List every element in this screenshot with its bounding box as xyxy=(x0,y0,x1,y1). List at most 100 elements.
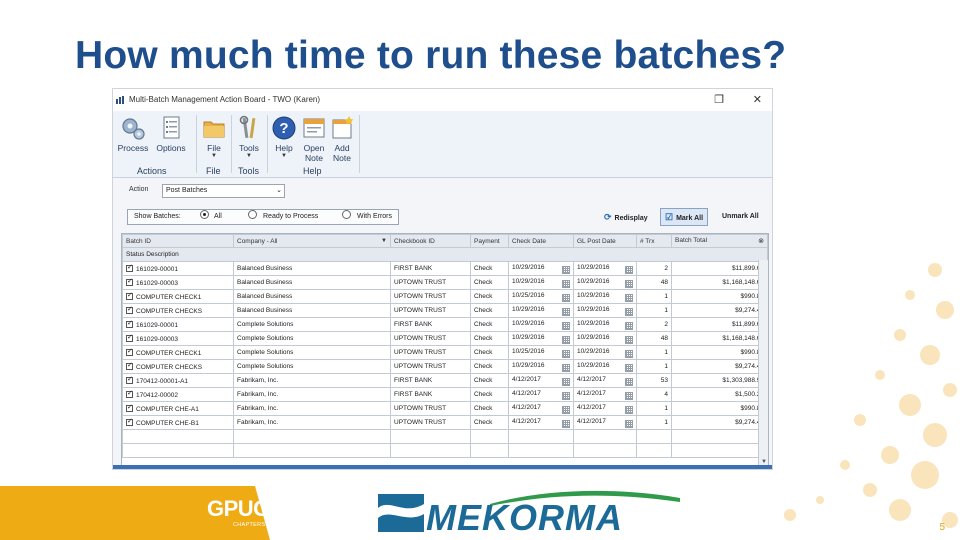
checkbox-checked-icon[interactable] xyxy=(126,333,133,342)
table-row[interactable]: 170412-00002 Fabrikam, Inc.FIRST BANKChec… xyxy=(122,387,768,402)
calendar-icon[interactable] xyxy=(562,363,570,372)
cell-check-date: 10/29/2016 xyxy=(508,303,574,318)
cell-checkbook-id: UPTOWN TRUST xyxy=(390,401,471,416)
col-gl-post-date[interactable]: GL Post Date xyxy=(573,234,637,248)
add-note-button[interactable]: Add Note xyxy=(328,115,356,163)
col-checkbook-id[interactable]: Checkbook ID xyxy=(390,234,471,248)
unmark-all-button[interactable]: Unmark All xyxy=(717,208,764,226)
calendar-icon[interactable] xyxy=(562,265,570,274)
gl-date-value: 10/29/2016 xyxy=(577,361,610,369)
table-row[interactable]: COMPUTER CHECKS Complete SolutionsUPTOWN … xyxy=(122,359,768,374)
tools-button[interactable]: Tools ▼ xyxy=(234,115,264,160)
cell-batch-id[interactable]: 161029-00001 xyxy=(122,317,234,332)
table-row[interactable]: COMPUTER CHE-B1 Fabrikam, Inc.UPTOWN TRUS… xyxy=(122,415,768,430)
action-select[interactable]: Post Batches ⌄ xyxy=(162,184,285,198)
calendar-icon[interactable] xyxy=(625,321,633,330)
cell-batch-total: $1,168,148.63 xyxy=(671,331,768,346)
table-row[interactable]: 161029-00001 Complete SolutionsFIRST BANK… xyxy=(122,317,768,332)
cell-batch-id[interactable]: 161029-00003 xyxy=(122,331,234,346)
calendar-icon[interactable] xyxy=(625,419,633,428)
table-row[interactable]: COMPUTER CHECK1 Balanced BusinessUPTOWN T… xyxy=(122,289,768,304)
calendar-icon[interactable] xyxy=(562,391,570,400)
calendar-icon[interactable] xyxy=(625,307,633,316)
table-row[interactable]: 170412-00001-A1 Fabrikam, Inc.FIRST BANKC… xyxy=(122,373,768,388)
open-note-button[interactable]: Open Note xyxy=(300,115,328,163)
calendar-icon[interactable] xyxy=(625,279,633,288)
cell-batch-id[interactable]: COMPUTER CHECKS xyxy=(122,359,234,374)
col-batch-id[interactable]: Batch ID xyxy=(122,234,234,248)
table-row[interactable]: 161029-00003 Balanced BusinessUPTOWN TRUS… xyxy=(122,275,768,290)
cell-gl-post-date: 4/12/2017 xyxy=(573,373,637,388)
cell-batch-id[interactable]: 161029-00003 xyxy=(122,275,234,290)
calendar-icon[interactable] xyxy=(625,335,633,344)
calendar-icon[interactable] xyxy=(562,349,570,358)
table-row[interactable]: 161029-00001 Balanced BusinessFIRST BANKC… xyxy=(122,261,768,276)
table-row[interactable]: COMPUTER CHECK1 Complete SolutionsUPTOWN … xyxy=(122,345,768,360)
cell-batch-id[interactable]: COMPUTER CHE-B1 xyxy=(122,415,234,430)
checkbox-checked-icon[interactable] xyxy=(126,361,133,370)
col-payment[interactable]: Payment xyxy=(470,234,509,248)
checkbox-checked-icon[interactable] xyxy=(126,347,133,356)
calendar-icon[interactable] xyxy=(562,279,570,288)
cell-payment: Check xyxy=(470,401,509,416)
batch-id-value: COMPUTER CHECKS xyxy=(136,307,203,315)
checkbox-checked-icon[interactable] xyxy=(126,277,133,286)
cell-batch-id[interactable]: COMPUTER CHE-A1 xyxy=(122,401,234,416)
col-company[interactable]: Company - All ▼ xyxy=(233,234,391,248)
calendar-icon[interactable] xyxy=(562,405,570,414)
table-row[interactable]: 161029-00003 Complete SolutionsUPTOWN TRU… xyxy=(122,331,768,346)
checkbox-checked-icon[interactable] xyxy=(126,319,133,328)
page-number: 5 xyxy=(939,522,945,533)
cell-checkbook-id: FIRST BANK xyxy=(390,261,471,276)
checkbox-checked-icon[interactable] xyxy=(126,263,133,272)
cell-batch-id[interactable]: COMPUTER CHECK1 xyxy=(122,345,234,360)
col-batch-total[interactable]: Batch Total ⊗ xyxy=(671,234,768,248)
calendar-icon[interactable] xyxy=(625,405,633,414)
calendar-icon[interactable] xyxy=(562,419,570,428)
help-button[interactable]: ? Help ▼ xyxy=(270,115,298,160)
cell-batch-id[interactable]: COMPUTER CHECK1 xyxy=(122,289,234,304)
calendar-icon[interactable] xyxy=(625,349,633,358)
close-icon[interactable]: ✕ xyxy=(753,89,762,111)
checkbox-checked-icon[interactable] xyxy=(126,375,133,384)
col-trx[interactable]: # Trx xyxy=(636,234,672,248)
radio-with-errors[interactable] xyxy=(342,210,351,219)
calendar-icon[interactable] xyxy=(562,293,570,302)
mark-all-button[interactable]: ☑ Mark All xyxy=(660,208,709,226)
cell-batch-id[interactable]: COMPUTER CHECKS xyxy=(122,303,234,318)
calendar-icon[interactable] xyxy=(625,377,633,386)
cell-batch-id[interactable]: 170412-00001-A1 xyxy=(122,373,234,388)
cell-trx: 1 xyxy=(636,359,672,374)
process-button[interactable]: Process xyxy=(117,115,149,153)
cell-check-date: 10/29/2016 xyxy=(508,261,574,276)
cell-batch-id[interactable]: 161029-00001 xyxy=(122,261,234,276)
radio-ready-to-process[interactable] xyxy=(248,210,257,219)
checkbox-checked-icon[interactable] xyxy=(126,305,133,314)
checkbox-checked-icon[interactable] xyxy=(126,389,133,398)
checkbox-checked-icon[interactable] xyxy=(126,417,133,426)
cell-batch-id[interactable]: 170412-00002 xyxy=(122,387,234,402)
batch-id-value: COMPUTER CHE-B1 xyxy=(136,419,199,427)
batch-id-value: COMPUTER CHE-A1 xyxy=(136,405,199,413)
cell-check-date: 10/29/2016 xyxy=(508,317,574,332)
cell-batch-total: $11,899.69 xyxy=(671,317,768,332)
calendar-icon[interactable] xyxy=(625,363,633,372)
maximize-icon[interactable]: ❐ xyxy=(714,89,724,111)
cell-check-date: 10/29/2016 xyxy=(508,275,574,290)
file-button[interactable]: File ▼ xyxy=(199,115,229,160)
checkbox-checked-icon[interactable] xyxy=(126,403,133,412)
calendar-icon[interactable] xyxy=(625,265,633,274)
calendar-icon[interactable] xyxy=(625,293,633,302)
col-check-date[interactable]: Check Date xyxy=(508,234,574,248)
calendar-icon[interactable] xyxy=(625,391,633,400)
options-button[interactable]: Options xyxy=(153,115,189,153)
table-row[interactable]: COMPUTER CHECKS Balanced BusinessUPTOWN T… xyxy=(122,303,768,318)
checkbox-checked-icon[interactable] xyxy=(126,291,133,300)
calendar-icon[interactable] xyxy=(562,321,570,330)
calendar-icon[interactable] xyxy=(562,335,570,344)
radio-all[interactable] xyxy=(200,210,209,219)
redisplay-button[interactable]: ⟳ Redisplay xyxy=(599,208,653,226)
table-row[interactable]: COMPUTER CHE-A1 Fabrikam, Inc.UPTOWN TRUS… xyxy=(122,401,768,416)
calendar-icon[interactable] xyxy=(562,377,570,386)
calendar-icon[interactable] xyxy=(562,307,570,316)
